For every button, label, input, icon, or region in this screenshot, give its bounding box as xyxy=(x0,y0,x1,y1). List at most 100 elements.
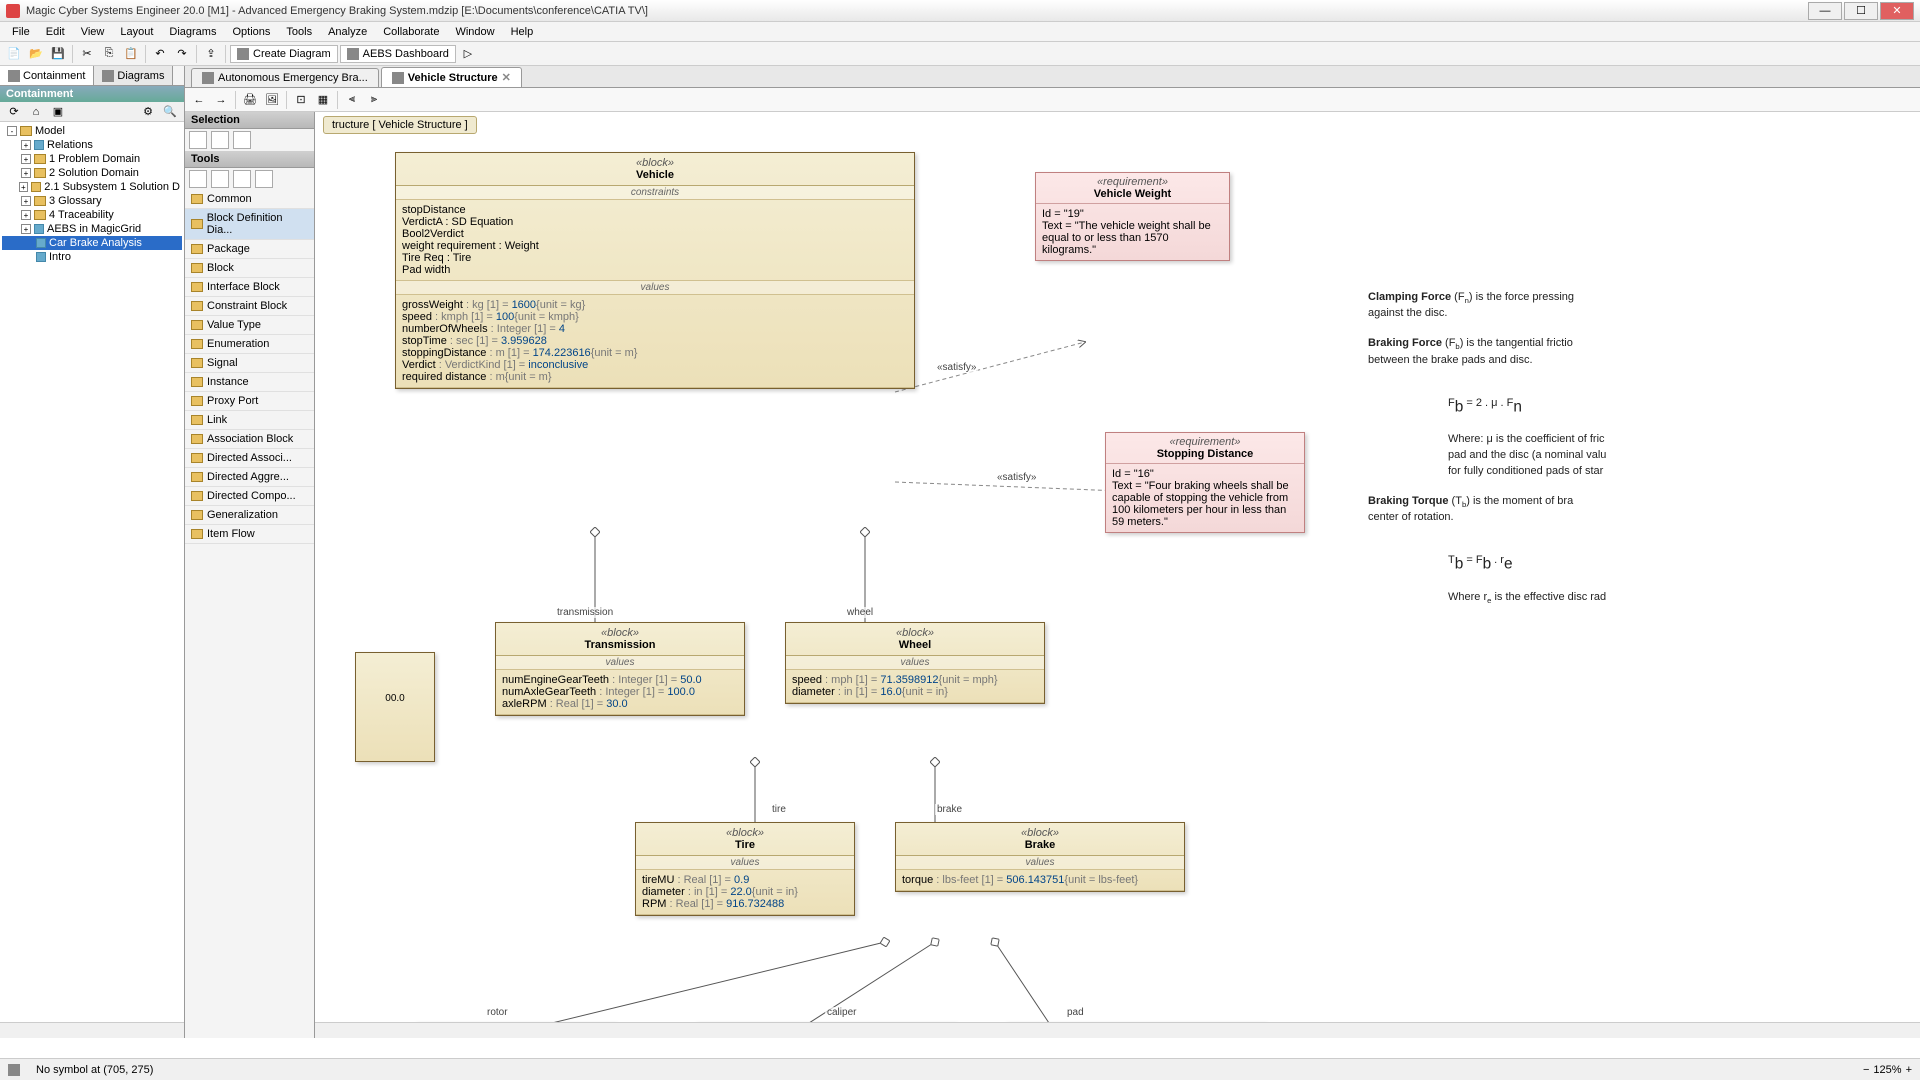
search-icon[interactable]: 🔍 xyxy=(160,102,180,122)
menu-diagrams[interactable]: Diagrams xyxy=(161,24,224,40)
expander-icon[interactable]: + xyxy=(21,168,31,178)
maximize-button[interactable]: ☐ xyxy=(1844,2,1878,20)
tree-node[interactable]: Car Brake Analysis xyxy=(2,236,182,250)
gear-icon[interactable]: ⚙ xyxy=(138,102,158,122)
palette-item[interactable]: Link xyxy=(185,411,314,430)
menu-help[interactable]: Help xyxy=(503,24,542,40)
tree-node[interactable]: Intro xyxy=(2,250,182,264)
block-vehicle[interactable]: «block»Vehicle constraints stopDistanceV… xyxy=(395,152,915,389)
palette-item[interactable]: Constraint Block xyxy=(185,297,314,316)
menu-layout[interactable]: Layout xyxy=(112,24,161,40)
tree-node[interactable]: +2 Solution Domain xyxy=(2,166,182,180)
palette-item[interactable]: Interface Block xyxy=(185,278,314,297)
zoom-tool[interactable] xyxy=(233,131,251,149)
palette-item[interactable]: Block xyxy=(185,259,314,278)
forward-icon[interactable]: → xyxy=(211,90,231,110)
expander-icon[interactable]: - xyxy=(7,126,17,136)
palette-item[interactable]: Directed Aggre... xyxy=(185,468,314,487)
palette-item[interactable]: Directed Compo... xyxy=(185,487,314,506)
tree-node[interactable]: +4 Traceability xyxy=(2,208,182,222)
block-tire[interactable]: «block»Tire values tireMU : Real [1] = 0… xyxy=(635,822,855,916)
expander-icon[interactable]: + xyxy=(21,140,31,150)
new-icon[interactable]: 📄 xyxy=(4,44,24,64)
back-icon[interactable]: ← xyxy=(189,90,209,110)
tab-close-icon[interactable]: ✕ xyxy=(502,71,511,84)
palette-item[interactable]: Generalization xyxy=(185,506,314,525)
close-button[interactable]: ✕ xyxy=(1880,2,1914,20)
menu-tools[interactable]: Tools xyxy=(278,24,320,40)
note-tool[interactable] xyxy=(211,170,229,188)
expander-icon[interactable]: + xyxy=(21,210,31,220)
palette-item[interactable]: Common xyxy=(185,190,314,209)
redo-icon[interactable]: ↷ xyxy=(172,44,192,64)
menu-analyze[interactable]: Analyze xyxy=(320,24,375,40)
palette-item[interactable]: Item Flow xyxy=(185,525,314,544)
align-right-icon[interactable]: ⫸ xyxy=(364,90,384,110)
palette-item[interactable]: Enumeration xyxy=(185,335,314,354)
block-transmission[interactable]: «block»Transmission values numEngineGear… xyxy=(495,622,745,716)
export-icon[interactable]: ⇪ xyxy=(201,44,221,64)
canvas-scrollbar-h[interactable] xyxy=(315,1022,1920,1038)
tree-node[interactable]: +1 Problem Domain xyxy=(2,152,182,166)
create-diagram-button[interactable]: Create Diagram xyxy=(230,45,338,63)
align-left-icon[interactable]: ⫷ xyxy=(342,90,362,110)
palette-item[interactable]: Directed Associ... xyxy=(185,449,314,468)
pan-tool[interactable] xyxy=(211,131,229,149)
palette-item[interactable]: Instance xyxy=(185,373,314,392)
minimize-button[interactable]: — xyxy=(1808,2,1842,20)
menu-options[interactable]: Options xyxy=(224,24,278,40)
zoom-in-icon[interactable]: + xyxy=(1906,1064,1912,1076)
expander-icon[interactable]: + xyxy=(21,196,31,206)
menu-view[interactable]: View xyxy=(73,24,113,40)
menu-window[interactable]: Window xyxy=(447,24,502,40)
menu-edit[interactable]: Edit xyxy=(38,24,73,40)
palette-item[interactable]: Signal xyxy=(185,354,314,373)
text-tool[interactable] xyxy=(189,170,207,188)
palette-item[interactable]: Package xyxy=(185,240,314,259)
block-wheel[interactable]: «block»Wheel values speed : mph [1] = 71… xyxy=(785,622,1045,704)
image-tool[interactable] xyxy=(233,170,251,188)
doc-tab[interactable]: Vehicle Structure✕ xyxy=(381,67,522,87)
save-icon[interactable]: 💾 xyxy=(48,44,68,64)
print-icon[interactable]: 🖨 xyxy=(240,90,260,110)
palette-item[interactable]: Value Type xyxy=(185,316,314,335)
tree-node[interactable]: -Model xyxy=(2,124,182,138)
tree-node[interactable]: +2.1 Subsystem 1 Solution D xyxy=(2,180,182,194)
cut-icon[interactable]: ✂ xyxy=(77,44,97,64)
play-icon[interactable]: ▷ xyxy=(458,44,478,64)
tab-diagrams[interactable]: Diagrams xyxy=(94,66,173,85)
model-tree[interactable]: -Model+Relations+1 Problem Domain+2 Solu… xyxy=(0,122,184,1022)
block-engine-fragment[interactable]: 00.0 xyxy=(355,652,435,762)
palette-item[interactable]: Block Definition Dia... xyxy=(185,209,314,240)
doc-tab[interactable]: Autonomous Emergency Bra... xyxy=(191,68,379,87)
copy-icon[interactable]: ⎘ xyxy=(99,44,119,64)
palette-item[interactable]: Association Block xyxy=(185,430,314,449)
tree-node[interactable]: +3 Glossary xyxy=(2,194,182,208)
tab-containment[interactable]: Containment xyxy=(0,66,94,85)
menu-file[interactable]: File xyxy=(4,24,38,40)
refresh-icon[interactable]: ⟳ xyxy=(4,102,24,122)
diagram-canvas[interactable]: tructure [ Vehicle Structure ] xyxy=(315,112,1920,1038)
collapse-icon[interactable]: ▣ xyxy=(48,102,68,122)
export-img-icon[interactable]: 🖼 xyxy=(262,90,282,110)
open-icon[interactable]: 📂 xyxy=(26,44,46,64)
expander-icon[interactable]: + xyxy=(19,182,28,192)
expander-icon[interactable]: + xyxy=(21,154,31,164)
zoom-out-icon[interactable]: − xyxy=(1863,1064,1869,1076)
grid-icon[interactable]: ▦ xyxy=(313,90,333,110)
pointer-tool[interactable] xyxy=(189,131,207,149)
home-icon[interactable]: ⌂ xyxy=(26,102,46,122)
req-vehicle-weight[interactable]: «requirement»Vehicle Weight Id = "19"Tex… xyxy=(1035,172,1230,261)
menu-collaborate[interactable]: Collaborate xyxy=(375,24,447,40)
palette-item[interactable]: Proxy Port xyxy=(185,392,314,411)
dashboard-button[interactable]: AEBS Dashboard xyxy=(340,45,456,63)
expander-icon[interactable]: + xyxy=(21,224,31,234)
paste-icon[interactable]: 📋 xyxy=(121,44,141,64)
tree-scrollbar[interactable] xyxy=(0,1022,184,1038)
req-stopping-distance[interactable]: «requirement»Stopping Distance Id = "16"… xyxy=(1105,432,1305,533)
tree-node[interactable]: +Relations xyxy=(2,138,182,152)
block-brake[interactable]: «block»Brake values torque : lbs-feet [1… xyxy=(895,822,1185,892)
tree-node[interactable]: +AEBS in MagicGrid xyxy=(2,222,182,236)
undo-icon[interactable]: ↶ xyxy=(150,44,170,64)
sep-tool[interactable] xyxy=(255,170,273,188)
